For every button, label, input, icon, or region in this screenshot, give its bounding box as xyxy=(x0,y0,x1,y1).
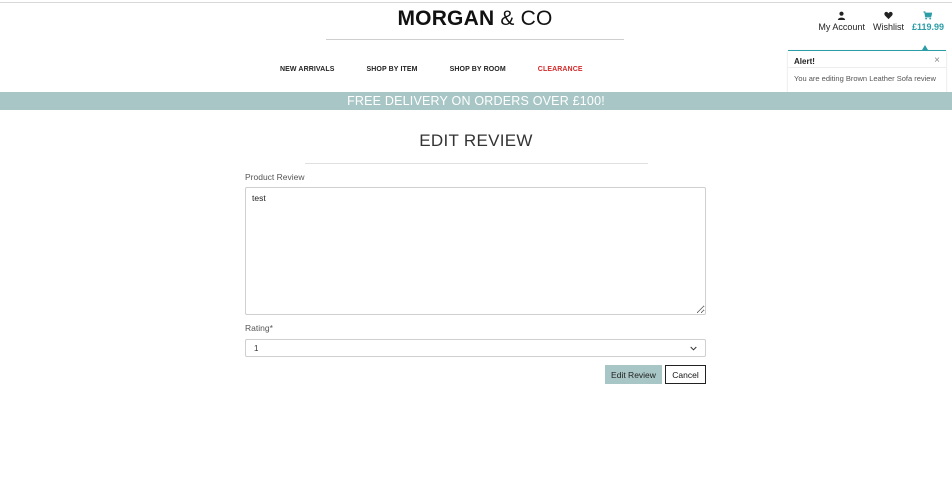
brand-name-bold: MORGAN xyxy=(397,7,495,30)
heart-icon xyxy=(884,11,893,20)
account-nav: My Account Wishlist £119.99 xyxy=(818,11,944,32)
brand-divider xyxy=(326,39,624,40)
nav-clearance[interactable]: CLEARANCE xyxy=(538,66,583,73)
toast-message: You are editing Brown Leather Sofa revie… xyxy=(794,74,936,83)
top-divider xyxy=(0,2,952,3)
main-nav: NEW ARRIVALS SHOP BY ITEM SHOP BY ROOM C… xyxy=(280,66,583,73)
edit-review-button[interactable]: Edit Review xyxy=(605,365,662,384)
toast-title: Alert! xyxy=(794,56,815,66)
nav-shop-by-item[interactable]: SHOP BY ITEM xyxy=(366,66,417,73)
cart-icon xyxy=(923,11,933,20)
delivery-banner: FREE DELIVERY ON ORDERS OVER £100! xyxy=(0,92,952,110)
brand-name-rest: & CO xyxy=(494,7,553,30)
toast-header: Alert! × xyxy=(788,51,946,68)
alert-toast: Alert! × You are editing Brown Leather S… xyxy=(788,45,946,92)
brand-logo[interactable]: MORGAN & CO xyxy=(326,7,624,31)
chevron-down-icon xyxy=(690,346,697,351)
cart-total: £119.99 xyxy=(911,22,944,32)
title-divider xyxy=(305,163,648,164)
nav-shop-by-room[interactable]: SHOP BY ROOM xyxy=(450,66,506,73)
rating-selected-value: 1 xyxy=(254,343,259,353)
rating-select[interactable]: 1 xyxy=(245,339,706,357)
nav-new-arrivals[interactable]: NEW ARRIVALS xyxy=(280,66,334,73)
toast-arrow xyxy=(922,45,928,50)
rating-label: Rating* xyxy=(245,323,273,333)
cancel-button[interactable]: Cancel xyxy=(665,365,706,384)
wishlist-link[interactable]: Wishlist xyxy=(873,11,904,32)
review-textarea[interactable]: test xyxy=(245,187,706,315)
my-account-label: My Account xyxy=(818,22,865,32)
cart-link[interactable]: £119.99 xyxy=(912,11,944,32)
my-account-link[interactable]: My Account xyxy=(818,11,865,32)
wishlist-label: Wishlist xyxy=(872,22,904,32)
review-label: Product Review xyxy=(245,172,305,182)
page-title: EDIT REVIEW xyxy=(419,131,533,150)
user-icon xyxy=(838,11,846,20)
close-icon[interactable]: × xyxy=(934,56,940,66)
